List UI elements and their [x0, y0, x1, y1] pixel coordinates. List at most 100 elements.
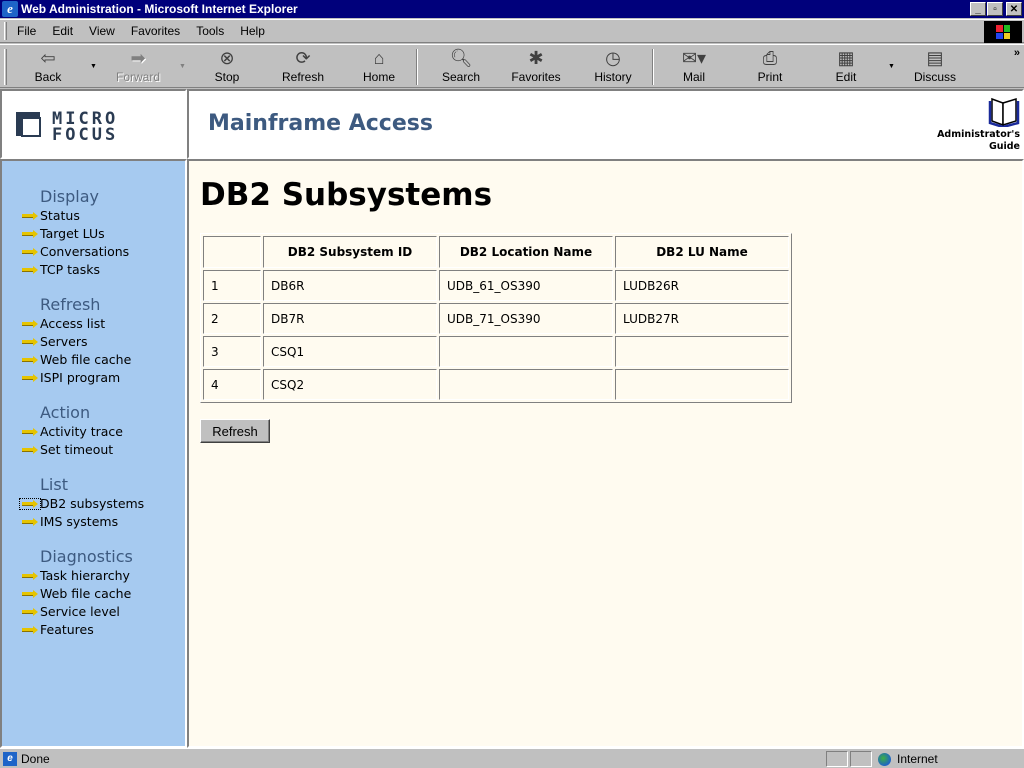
arrow-icon: [20, 373, 40, 383]
page-title: DB2 Subsystems: [200, 177, 493, 213]
refresh-button[interactable]: Refresh: [200, 419, 270, 443]
header-frame: Mainframe Access Administrator's Guide: [187, 89, 1024, 159]
arrow-icon: [20, 247, 40, 257]
nav-item-set-timeout[interactable]: Set timeout: [20, 441, 144, 459]
arrow-icon: [20, 211, 40, 221]
arrow-icon: [20, 607, 40, 617]
db2-subsystems-table: DB2 Subsystem ID DB2 Location Name DB2 L…: [200, 233, 792, 403]
forward-dropdown-icon[interactable]: ▼: [179, 63, 186, 70]
sidebar-nav: Display Status Target LUs Conversations …: [19, 187, 144, 655]
forward-arrow-icon: ➡: [130, 48, 146, 68]
table-row: 4 CSQ2: [203, 369, 789, 400]
back-dropdown-icon[interactable]: ▼: [90, 63, 97, 70]
favorites-button[interactable]: ✱ Favorites: [506, 47, 566, 87]
arrow-icon: [20, 589, 40, 599]
menu-help[interactable]: Help: [240, 24, 265, 38]
arrow-icon: [20, 265, 40, 275]
window-titlebar: e Web Administration - Microsoft Interne…: [0, 0, 1024, 18]
table-cell: LUDB26R: [615, 270, 789, 301]
page-done-icon: e: [3, 751, 17, 766]
menu-edit[interactable]: Edit: [52, 24, 73, 38]
nav-item-web-file-cache-refresh[interactable]: Web file cache: [20, 351, 144, 369]
history-button[interactable]: ◷ History: [583, 47, 643, 87]
arrow-icon: [20, 517, 40, 527]
discuss-button[interactable]: ▤ Discuss: [905, 47, 965, 87]
arrow-icon: [20, 427, 40, 437]
ie-logo-icon: e: [2, 1, 18, 17]
nav-item-tcp-tasks[interactable]: TCP tasks: [20, 261, 144, 279]
back-button[interactable]: ⇦ Back: [18, 47, 78, 87]
mail-icon: ✉▾: [681, 48, 707, 68]
history-icon: ◷: [605, 48, 621, 68]
restore-button[interactable]: ▫: [987, 2, 1003, 16]
nav-item-db2-subsystems[interactable]: DB2 subsystems: [19, 495, 144, 513]
nav-item-service-level[interactable]: Service level: [20, 603, 144, 621]
nav-group-display: Display Status Target LUs Conversations …: [20, 187, 144, 279]
table-cell: 3: [203, 336, 261, 367]
window-title: Web Administration - Microsoft Internet …: [21, 2, 298, 16]
table-cell: UDB_61_OS390: [439, 270, 613, 301]
nav-group-title: Action: [40, 403, 91, 422]
table-cell: [615, 336, 789, 367]
status-pane: [826, 751, 848, 767]
nav-group-title: Display: [40, 187, 99, 206]
search-icon: 🔍︎: [449, 48, 473, 68]
browser-content: MICRO FOCUS Mainframe Access Administrat…: [0, 89, 1024, 748]
menu-file[interactable]: File: [17, 24, 36, 38]
logo-frame: MICRO FOCUS: [0, 89, 187, 159]
menu-grip[interactable]: [4, 22, 7, 40]
nav-group-diagnostics: Diagnostics Task hierarchy Web file cach…: [20, 547, 144, 639]
windows-logo-icon: [984, 21, 1022, 43]
arrow-icon: [20, 571, 40, 581]
print-button[interactable]: ⎙ Print: [740, 47, 800, 87]
nav-item-activity-trace[interactable]: Activity trace: [20, 423, 144, 441]
stop-icon: ⊗: [219, 48, 235, 68]
close-button[interactable]: ✕: [1006, 2, 1022, 16]
micro-focus-logo-icon: [16, 112, 46, 142]
table-cell: [439, 369, 613, 400]
column-header: [203, 236, 261, 268]
nav-item-target-lus[interactable]: Target LUs: [20, 225, 144, 243]
globe-icon: [878, 752, 891, 766]
refresh-toolbar-button[interactable]: ⟳ Refresh: [273, 47, 333, 87]
guide-label-line2: Guide: [988, 141, 1020, 152]
toolbar: ⇦ Back ▼ ➡ Forward ▼ ⊗ Stop ⟳ Refresh ⌂ …: [0, 44, 1024, 88]
menu-tools[interactable]: Tools: [196, 24, 224, 38]
toolbar-more-chevron-icon[interactable]: »: [1014, 47, 1020, 59]
arrow-icon: [20, 229, 40, 239]
search-button[interactable]: 🔍︎ Search: [431, 47, 491, 87]
nav-group-action: Action Activity trace Set timeout: [20, 403, 144, 459]
arrow-icon: [20, 319, 40, 329]
home-button[interactable]: ⌂ Home: [349, 47, 409, 87]
table-cell: [439, 336, 613, 367]
nav-item-status[interactable]: Status: [20, 207, 144, 225]
menu-favorites[interactable]: Favorites: [131, 24, 180, 38]
micro-focus-logo: MICRO FOCUS: [16, 111, 118, 144]
back-arrow-icon: ⇦: [40, 48, 56, 68]
mail-button[interactable]: ✉▾ Mail: [664, 47, 724, 87]
nav-item-ims-systems[interactable]: IMS systems: [20, 513, 144, 531]
printer-icon: ⎙: [762, 48, 778, 68]
stop-button[interactable]: ⊗ Stop: [197, 47, 257, 87]
nav-item-access-list[interactable]: Access list: [20, 315, 144, 333]
nav-group-title: Diagnostics: [40, 547, 133, 566]
menu-view[interactable]: View: [89, 24, 115, 38]
administrators-guide-link[interactable]: Administrator's Guide: [937, 95, 1020, 153]
nav-item-features[interactable]: Features: [20, 621, 144, 639]
nav-item-conversations[interactable]: Conversations: [20, 243, 144, 261]
minimize-button[interactable]: _: [970, 2, 986, 16]
forward-button[interactable]: ➡ Forward: [108, 47, 168, 87]
zone-label: Internet: [897, 752, 938, 766]
table-cell: DB6R: [263, 270, 437, 301]
nav-item-servers[interactable]: Servers: [20, 333, 144, 351]
table-cell: CSQ1: [263, 336, 437, 367]
word-edit-icon: ▦: [837, 48, 855, 68]
edit-button[interactable]: ▦ Edit: [816, 47, 876, 87]
nav-item-task-hierarchy[interactable]: Task hierarchy: [20, 567, 144, 585]
edit-dropdown-icon[interactable]: ▼: [888, 63, 895, 70]
nav-item-ispi-program[interactable]: ISPI program: [20, 369, 144, 387]
toolbar-grip[interactable]: [4, 49, 7, 85]
nav-item-web-file-cache-diag[interactable]: Web file cache: [20, 585, 144, 603]
security-zone[interactable]: Internet: [878, 751, 938, 767]
book-icon: [988, 97, 1020, 127]
